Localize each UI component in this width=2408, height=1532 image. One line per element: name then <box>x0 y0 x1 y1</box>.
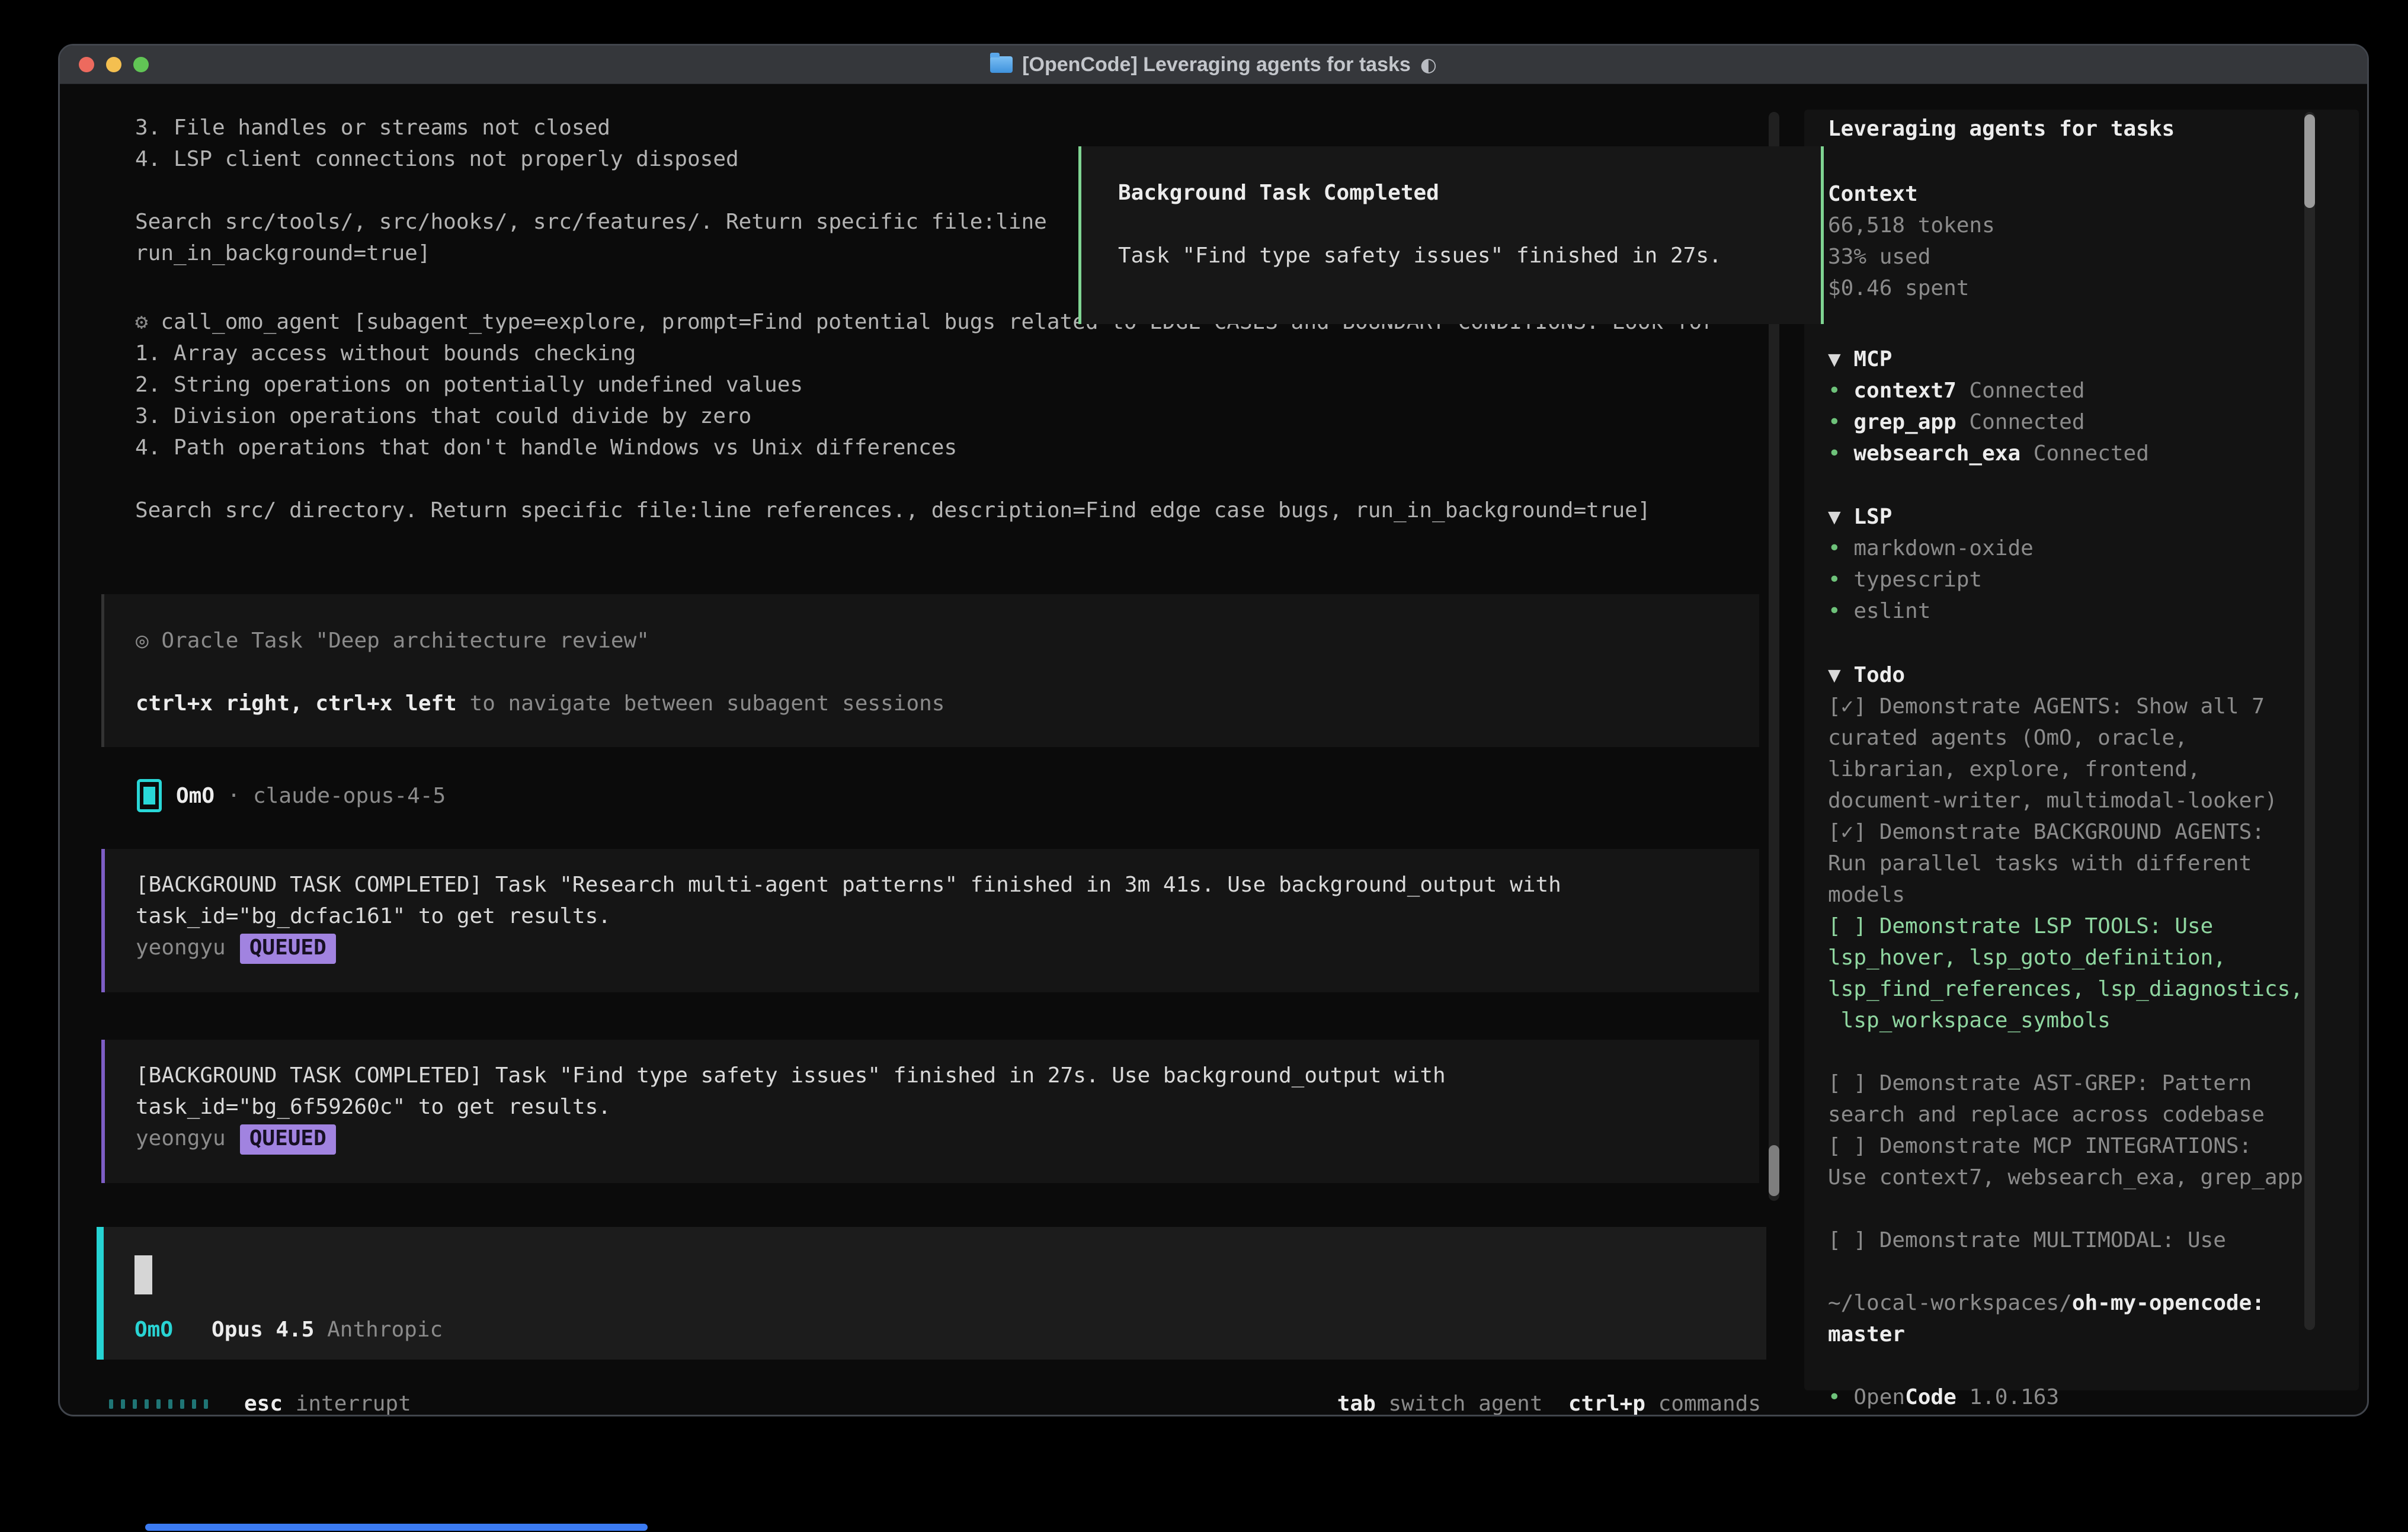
background-task-message-1: [BACKGROUND TASK COMPLETED] Task "Resear… <box>101 849 1759 992</box>
prompt-input-area[interactable]: OmO Opus 4.5 Anthropic <box>97 1227 1766 1360</box>
omo-agent-icon <box>137 779 162 812</box>
sidebar-workspace-path: ~/local-workspaces/oh-my-opencode:master <box>1828 1287 2265 1350</box>
close-button[interactable] <box>79 57 94 72</box>
sidebar-scrollbar-track[interactable] <box>2304 112 2315 1330</box>
half-circle-icon: ◐ <box>1420 53 1437 76</box>
sidebar-version-footer: • OpenCode 1.0.163 <box>1828 1382 2059 1413</box>
opencode-window: [OpenCode] Leveraging agents for tasks ◐… <box>58 44 2369 1416</box>
title-bar: [OpenCode] Leveraging agents for tasks ◐ <box>60 46 2367 84</box>
main-scrollbar-thumb[interactable] <box>1769 1145 1779 1196</box>
esc-interrupt-hint: esc interrupt <box>244 1388 411 1416</box>
sidebar-session-title: Leveraging agents for tasks <box>1828 113 2175 145</box>
folder-icon <box>990 56 1013 73</box>
sidebar-context-section: Context66,518 tokens33% used$0.46 spent <box>1828 178 1995 304</box>
background-task-toast: Background Task CompletedTask "Find type… <box>1078 146 1824 324</box>
window-controls <box>79 46 149 84</box>
call-omo-agent-block: ⚙ call_omo_agent [subagent_type=explore,… <box>135 306 1715 526</box>
window-title-text: [OpenCode] Leveraging agents for tasks <box>1022 53 1411 76</box>
sidebar-mcp-section[interactable]: ▼ MCP• context7 Connected• grep_app Conn… <box>1828 344 2149 469</box>
status-bar-right: tab switch agent ctrl+p commands <box>1337 1388 1761 1416</box>
transcript-top-text: 3. File handles or streams not closed4. … <box>135 112 1047 269</box>
window-title: [OpenCode] Leveraging agents for tasks ◐ <box>990 53 1437 76</box>
background-task-message-2: [BACKGROUND TASK COMPLETED] Task "Find t… <box>101 1040 1759 1183</box>
status-bar-left: esc interrupt <box>109 1388 411 1416</box>
spinner-dots <box>109 1399 216 1409</box>
input-model-row: OmO Opus 4.5 Anthropic <box>135 1314 443 1345</box>
sidebar-lsp-section[interactable]: ▼ LSP• markdown-oxide• typescript• eslin… <box>1828 501 2034 627</box>
agent-header-row: OmO · claude-opus-4-5 <box>137 779 446 812</box>
minimize-button[interactable] <box>106 57 121 72</box>
sidebar-todo-section[interactable]: ▼ Todo[✓] Demonstrate AGENTS: Show all 7… <box>1828 659 2303 1256</box>
text-cursor <box>135 1255 152 1294</box>
agent-name-line: OmO · claude-opus-4-5 <box>176 780 446 812</box>
sidebar-scrollbar-thumb[interactable] <box>2304 114 2315 208</box>
background-window-edge <box>145 1524 648 1531</box>
zoom-button[interactable] <box>133 57 149 72</box>
oracle-task-box: ◎ Oracle Task "Deep architecture review"… <box>101 594 1759 747</box>
